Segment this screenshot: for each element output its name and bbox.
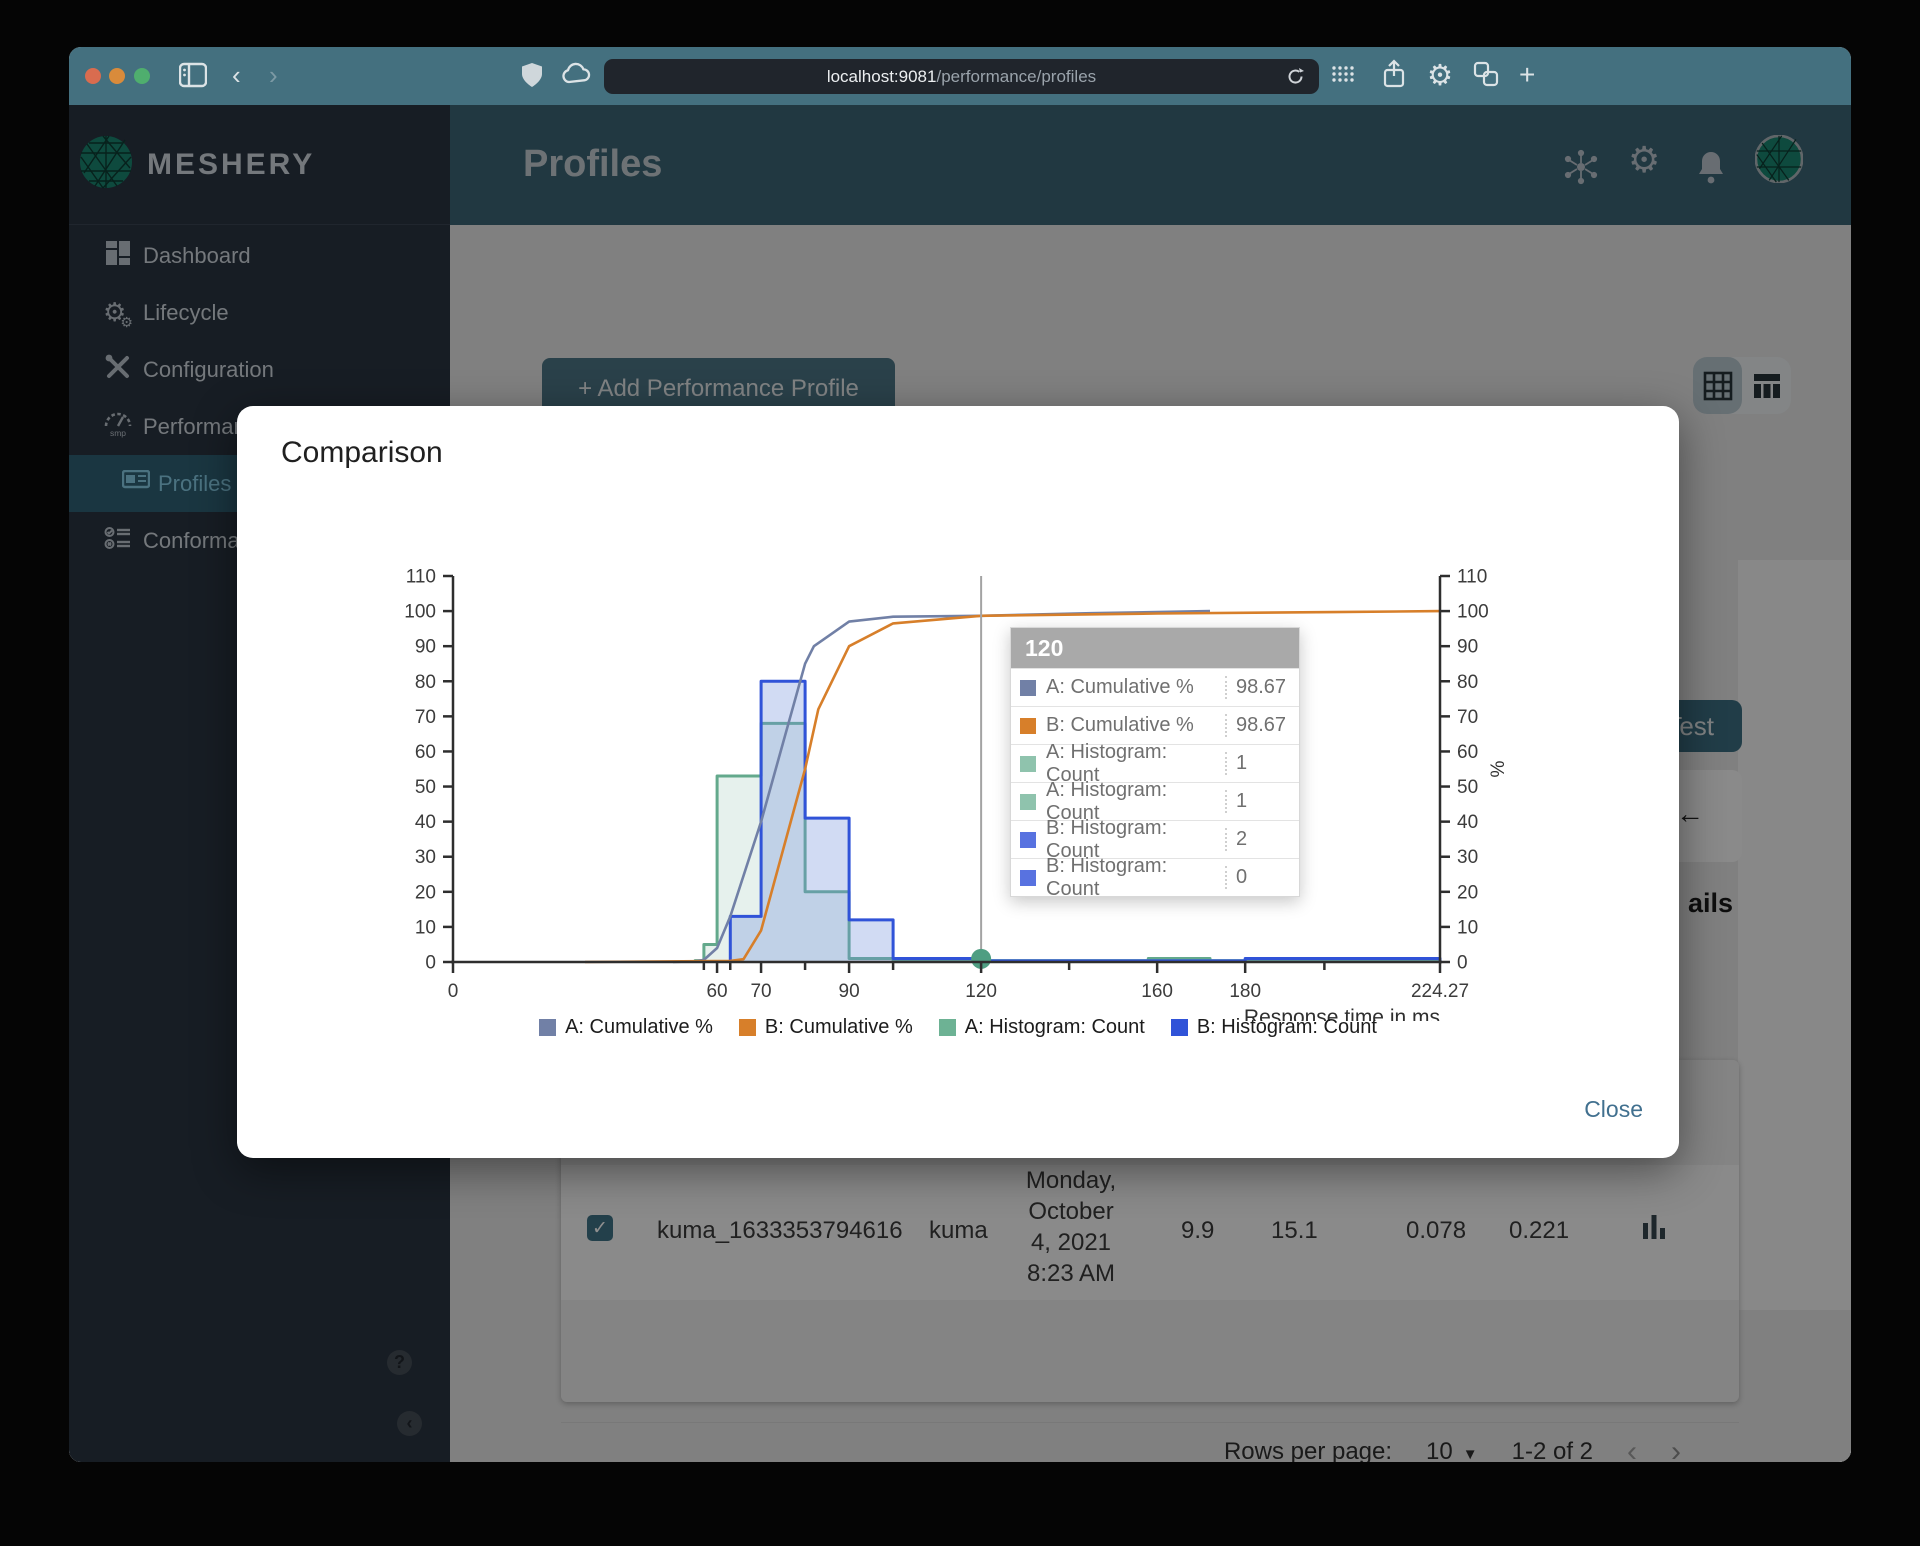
- legend-item[interactable]: A: Cumulative %: [539, 1016, 713, 1039]
- series-swatch: [938, 1019, 956, 1036]
- tab-groups-icon[interactable]: [1331, 65, 1355, 90]
- svg-text:20: 20: [415, 882, 436, 903]
- sidebar-toggle-icon[interactable]: [178, 62, 208, 93]
- comparison-chart: 0 0 10 10 20 20 30 30 40 40 50 50 60 60 70 70 80 80 90 90 10…: [377, 461, 1637, 1030]
- url-path: /performance/profiles: [936, 66, 1097, 86]
- chart-tooltip: 120 A: Cumulative % 98.67 B: Cumulative %…: [1010, 627, 1300, 900]
- tooltip-row: A: Histogram: Count 1: [1011, 741, 1299, 786]
- svg-text:110: 110: [406, 567, 436, 588]
- settings-gear-icon[interactable]: ⚙: [1427, 58, 1453, 93]
- close-button[interactable]: Close: [1584, 1096, 1643, 1123]
- svg-text:80: 80: [1457, 672, 1478, 693]
- tooltip-row: B: Histogram: Count 2: [1011, 817, 1299, 862]
- tab-overview-icon[interactable]: [1473, 61, 1499, 92]
- comparison-modal: Comparison 0 0 10 10 20 20 30 30 40 40 50 50 60 60 70 7…: [237, 406, 1679, 1158]
- svg-text:0: 0: [425, 953, 436, 974]
- svg-text:40: 40: [1457, 812, 1478, 833]
- svg-text:224.27: 224.27: [1411, 981, 1469, 1002]
- svg-text:30: 30: [415, 847, 436, 868]
- svg-text:90: 90: [415, 637, 436, 658]
- svg-text:30: 30: [1457, 847, 1478, 868]
- series-swatch: [1020, 831, 1036, 848]
- svg-text:180: 180: [1229, 981, 1261, 1002]
- svg-text:50: 50: [1457, 777, 1478, 798]
- new-tab-icon[interactable]: +: [1519, 59, 1535, 91]
- svg-text:100: 100: [1457, 602, 1489, 623]
- minimize-window-button[interactable]: [109, 68, 125, 84]
- svg-text:90: 90: [1457, 637, 1478, 658]
- svg-text:160: 160: [1141, 981, 1173, 1002]
- refresh-icon[interactable]: [1286, 67, 1305, 91]
- series-swatch: [738, 1019, 756, 1036]
- shield-icon[interactable]: [521, 62, 543, 93]
- tooltip-row: B: Cumulative % 98.67: [1011, 706, 1299, 744]
- desktop: ‹ › localhost:9081/performance/profiles …: [0, 0, 1920, 1546]
- share-icon[interactable]: [1382, 59, 1406, 94]
- browser-chrome: ‹ › localhost:9081/performance/profiles …: [69, 47, 1851, 105]
- svg-text:0: 0: [448, 981, 459, 1002]
- meshery-app: MESHERY Dashboard ⚙⚙ Lifecycle Configura…: [69, 105, 1851, 1462]
- tooltip-header: 120: [1011, 628, 1299, 668]
- svg-text:100: 100: [404, 602, 436, 623]
- close-window-button[interactable]: [85, 68, 101, 84]
- series-swatch: [1020, 869, 1036, 886]
- svg-text:90: 90: [839, 981, 860, 1002]
- tooltip-row: A: Histogram: Count 1: [1011, 779, 1299, 824]
- svg-text:10: 10: [415, 917, 436, 938]
- cloud-icon[interactable]: [561, 62, 593, 91]
- chart-canvas[interactable]: 0 010 1020 2030 3040 4050 5060 6070 7080 8090 9010…: [377, 461, 1637, 1030]
- svg-text:70: 70: [415, 707, 436, 728]
- svg-text:%: %: [1488, 760, 1509, 777]
- series-swatch: [1020, 717, 1036, 734]
- svg-text:20: 20: [1457, 882, 1478, 903]
- legend-item[interactable]: B: Histogram: Count: [1170, 1016, 1377, 1039]
- svg-text:60: 60: [415, 742, 436, 763]
- legend-item[interactable]: A: Histogram: Count: [938, 1016, 1145, 1039]
- svg-text:110: 110: [1457, 567, 1487, 588]
- svg-text:0: 0: [1457, 953, 1468, 974]
- browser-window: ‹ › localhost:9081/performance/profiles …: [69, 47, 1851, 1462]
- url-host: localhost:9081: [826, 66, 937, 86]
- series-swatch: [539, 1019, 557, 1036]
- svg-text:10: 10: [1457, 917, 1478, 938]
- svg-text:70: 70: [1457, 707, 1478, 728]
- tooltip-row: A: Cumulative % 98.67: [1011, 668, 1299, 706]
- svg-text:40: 40: [415, 812, 436, 833]
- svg-text:60: 60: [706, 981, 727, 1002]
- legend-item[interactable]: B: Cumulative %: [738, 1016, 913, 1039]
- maximize-window-button[interactable]: [134, 68, 150, 84]
- address-bar[interactable]: localhost:9081/performance/profiles: [604, 59, 1319, 94]
- tooltip-row: B: Histogram: Count 0: [1011, 855, 1299, 900]
- chart-legend: A: Cumulative % B: Cumulative % A: Histo…: [237, 1016, 1679, 1039]
- svg-text:80: 80: [415, 672, 436, 693]
- series-swatch: [1020, 679, 1036, 696]
- svg-text:60: 60: [1457, 742, 1478, 763]
- forward-button[interactable]: ›: [269, 60, 278, 91]
- series-swatch: [1020, 793, 1036, 810]
- series-swatch: [1170, 1019, 1188, 1036]
- svg-text:70: 70: [750, 981, 771, 1002]
- back-button[interactable]: ‹: [232, 60, 241, 91]
- svg-text:50: 50: [415, 777, 436, 798]
- svg-text:120: 120: [965, 981, 997, 1002]
- series-swatch: [1020, 755, 1036, 772]
